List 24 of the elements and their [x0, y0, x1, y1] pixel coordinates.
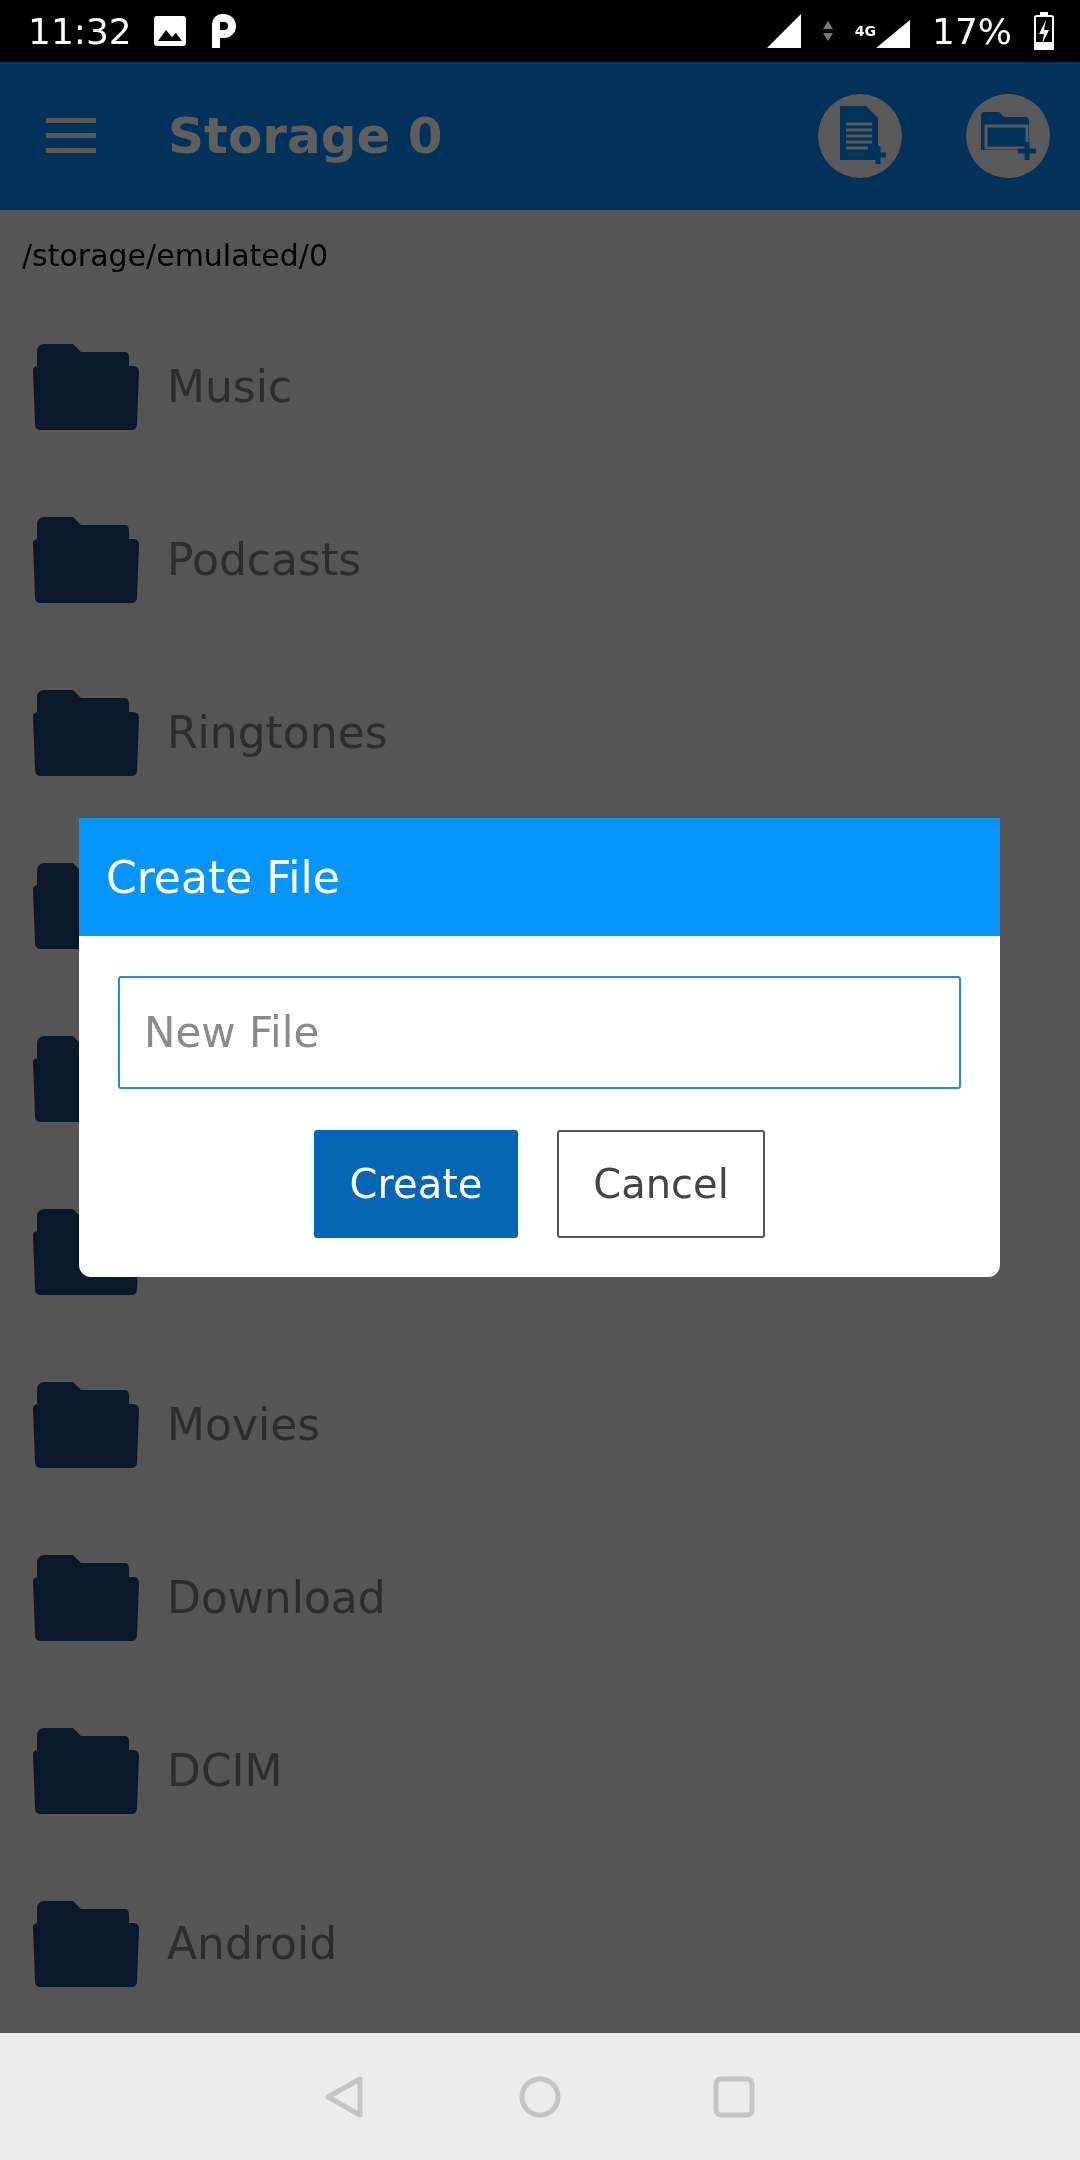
signal-icon	[766, 14, 801, 48]
folder-icon	[33, 343, 139, 430]
create-button[interactable]: Create	[314, 1130, 518, 1238]
clock: 11:32	[28, 10, 132, 52]
network-type: 4G	[854, 23, 876, 39]
battery-charging-icon	[1034, 12, 1054, 50]
folder-icon	[33, 1727, 139, 1814]
folder-icon	[33, 1381, 139, 1468]
folder-plus-icon	[979, 110, 1037, 162]
path-text: /storage/emulated/0	[21, 236, 330, 275]
image-icon	[153, 16, 186, 46]
recents-icon[interactable]	[712, 2074, 756, 2119]
menu-icon[interactable]	[46, 118, 96, 154]
battery-percent: 17%	[932, 10, 1012, 52]
input-field[interactable]: New File	[118, 976, 961, 1089]
folder-icon	[33, 1900, 139, 1987]
folder-icon	[33, 1554, 139, 1641]
home-icon[interactable]	[518, 2074, 562, 2119]
cancel-button[interactable]: Cancel	[557, 1130, 765, 1238]
data-arrows-icon	[822, 21, 833, 41]
folder-icon	[33, 516, 139, 603]
dialog-title: Create File	[79, 818, 1000, 936]
app-title: Storage 0	[168, 107, 444, 165]
folder-icon	[33, 689, 139, 776]
